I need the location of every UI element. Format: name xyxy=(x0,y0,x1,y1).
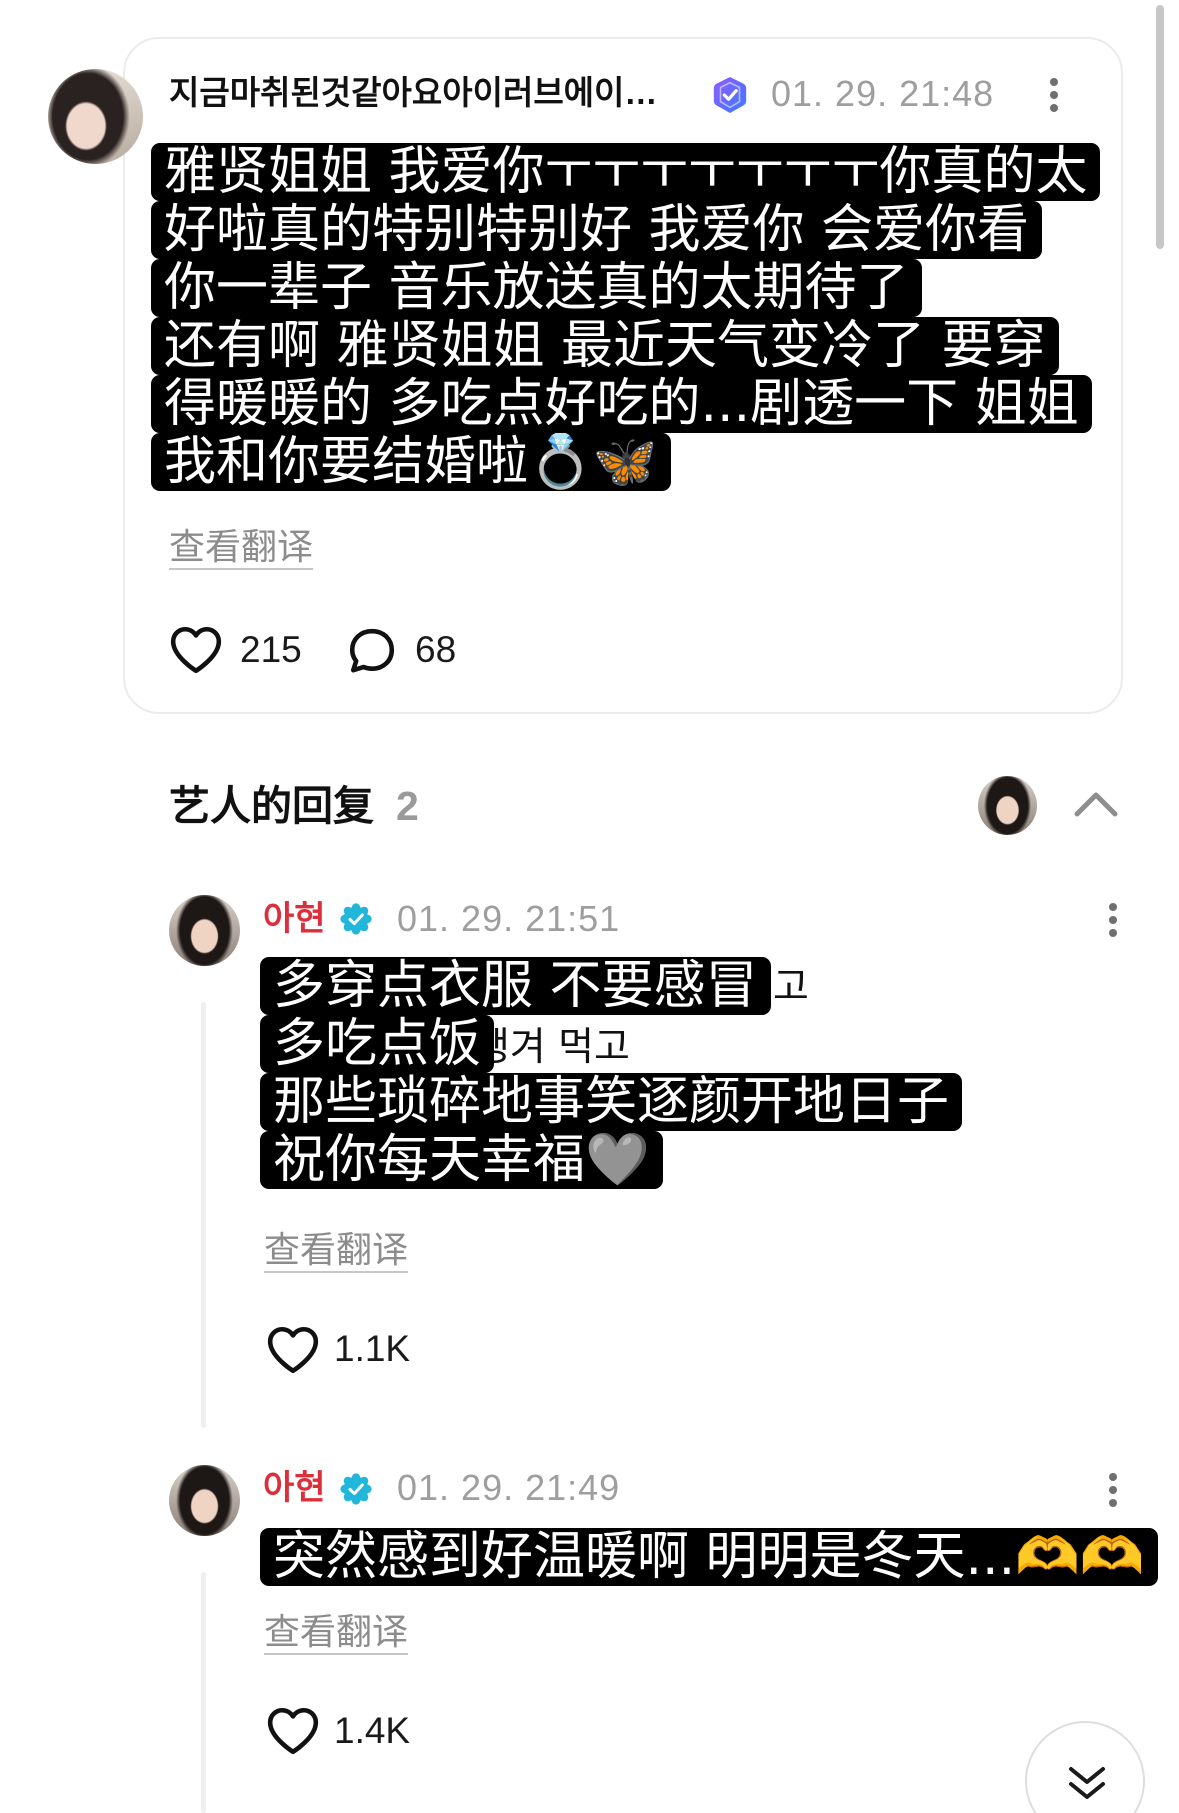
translation-line: 我和你要结婚啦💍🦋 xyxy=(151,433,671,491)
badge-scallop xyxy=(340,903,372,935)
translation-line: 得暖暖的 多吃点好吃的...剧透一下 姐姐 xyxy=(151,375,1092,433)
reply-author-name[interactable]: 아현 xyxy=(263,1468,326,1508)
reply-translation-overlay: 突然感到好温暖啊 明明是冬天...🫶🫶 xyxy=(260,1528,1158,1586)
post-comment-count: 68 xyxy=(415,629,457,670)
translation-line: 雅贤姐姐 我爱你ㅜㅜㅜㅜㅜㅜㅜ你真的太 xyxy=(151,143,1101,201)
chevron-stroke xyxy=(1074,792,1118,817)
reply-thread-line xyxy=(201,1572,206,1813)
heart-outline xyxy=(267,1707,319,1755)
reply-like-count: 1.4K xyxy=(334,1710,411,1751)
reply-like-count: 1.1K xyxy=(334,1328,411,1369)
view-translation-link[interactable]: 查看翻译 xyxy=(264,1231,409,1273)
artist-avatar-small xyxy=(978,776,1037,835)
dot xyxy=(1109,916,1117,924)
translation-line: 那些琐碎地事笑逐颜开地日子 xyxy=(260,1073,963,1131)
translation-line: 你一辈子 音乐放送真的太期待了 xyxy=(151,259,922,317)
translation-line: 突然感到好温暖啊 明明是冬天...🫶🫶 xyxy=(260,1528,1158,1586)
post-author-name[interactable]: 지금마취된것같아요아이러브에이… xyxy=(169,72,705,114)
post-like-count: 215 xyxy=(240,629,302,670)
scrollbar[interactable] xyxy=(1156,5,1164,249)
artist-replies-title: 艺人的回复 2 xyxy=(169,782,419,830)
reply-thread-line xyxy=(201,1002,206,1428)
chevron-stroke xyxy=(1069,1767,1105,1784)
reply-timestamp: 01. 29. 21:51 xyxy=(397,898,621,939)
artist-replies-label: 艺人的回复 xyxy=(169,782,374,830)
post-translation-overlay: 雅贤姐姐 我爱你ㅜㅜㅜㅜㅜㅜㅜ你真的太 好啦真的特别特别好 我爱你 会爱你看 你… xyxy=(151,143,1101,491)
heart-outline xyxy=(267,1326,319,1374)
dot xyxy=(1109,929,1117,937)
chevron-up-icon[interactable] xyxy=(1072,789,1120,819)
heart-icon[interactable] xyxy=(266,1706,320,1756)
more-vertical-icon[interactable] xyxy=(1048,77,1060,113)
comment-bubble-icon[interactable] xyxy=(347,626,397,676)
translation-line: 还有啊 雅贤姐姐 最近天气变冷了 要穿 xyxy=(151,317,1059,375)
more-vertical-icon[interactable] xyxy=(1107,902,1119,938)
post-author-avatar[interactable] xyxy=(48,69,143,164)
view-translation-link[interactable]: 查看翻译 xyxy=(264,1613,409,1655)
translation-line: 多穿点衣服 不要感冒 xyxy=(260,957,771,1015)
reply-author-avatar[interactable] xyxy=(169,1465,240,1536)
heart-outline xyxy=(170,626,222,674)
chevron-stroke xyxy=(1069,1782,1105,1799)
bubble-outline xyxy=(349,628,395,673)
scroll-down-button[interactable] xyxy=(1025,1721,1145,1813)
reply-author-name[interactable]: 아현 xyxy=(263,899,326,939)
dot xyxy=(1109,903,1117,911)
reply-author-avatar[interactable] xyxy=(169,895,240,966)
scroll-down-button-container xyxy=(1025,1721,1145,1813)
dot xyxy=(1050,104,1058,112)
screen: 지금마취된것같아요아이러브에이… 01. 29. 21:48 雅贤姐姐 我爱你ㅜ… xyxy=(0,0,1179,1813)
heart-icon[interactable] xyxy=(266,1325,320,1375)
badge-scallop xyxy=(340,1473,372,1505)
dot xyxy=(1050,91,1058,99)
post-timestamp: 01. 29. 21:48 xyxy=(771,73,995,114)
heart-icon[interactable] xyxy=(169,625,223,675)
artist-verified-icon xyxy=(340,903,372,935)
translation-line: 多吃点饭 xyxy=(260,1015,495,1073)
translation-line: 好啦真的特别特别好 我爱你 会爱你看 xyxy=(151,201,1043,259)
double-chevron-down-icon xyxy=(1069,1767,1105,1799)
translation-line: 祝你每天幸福🩶 xyxy=(260,1131,663,1189)
view-translation-link[interactable]: 查看翻译 xyxy=(169,528,314,570)
verified-shield-icon xyxy=(713,76,747,114)
dot xyxy=(1109,1486,1117,1494)
dot xyxy=(1050,78,1058,86)
more-vertical-icon[interactable] xyxy=(1107,1472,1119,1508)
dot xyxy=(1109,1473,1117,1481)
artist-verified-icon xyxy=(340,1473,372,1505)
reply-translation-overlay: 多穿点衣服 不要感冒 多吃点饭 那些琐碎地事笑逐颜开地日子 祝你每天幸福🩶 xyxy=(260,957,963,1189)
dot xyxy=(1109,1499,1117,1507)
reply-timestamp: 01. 29. 21:49 xyxy=(397,1467,621,1508)
artist-replies-count: 2 xyxy=(396,783,419,829)
